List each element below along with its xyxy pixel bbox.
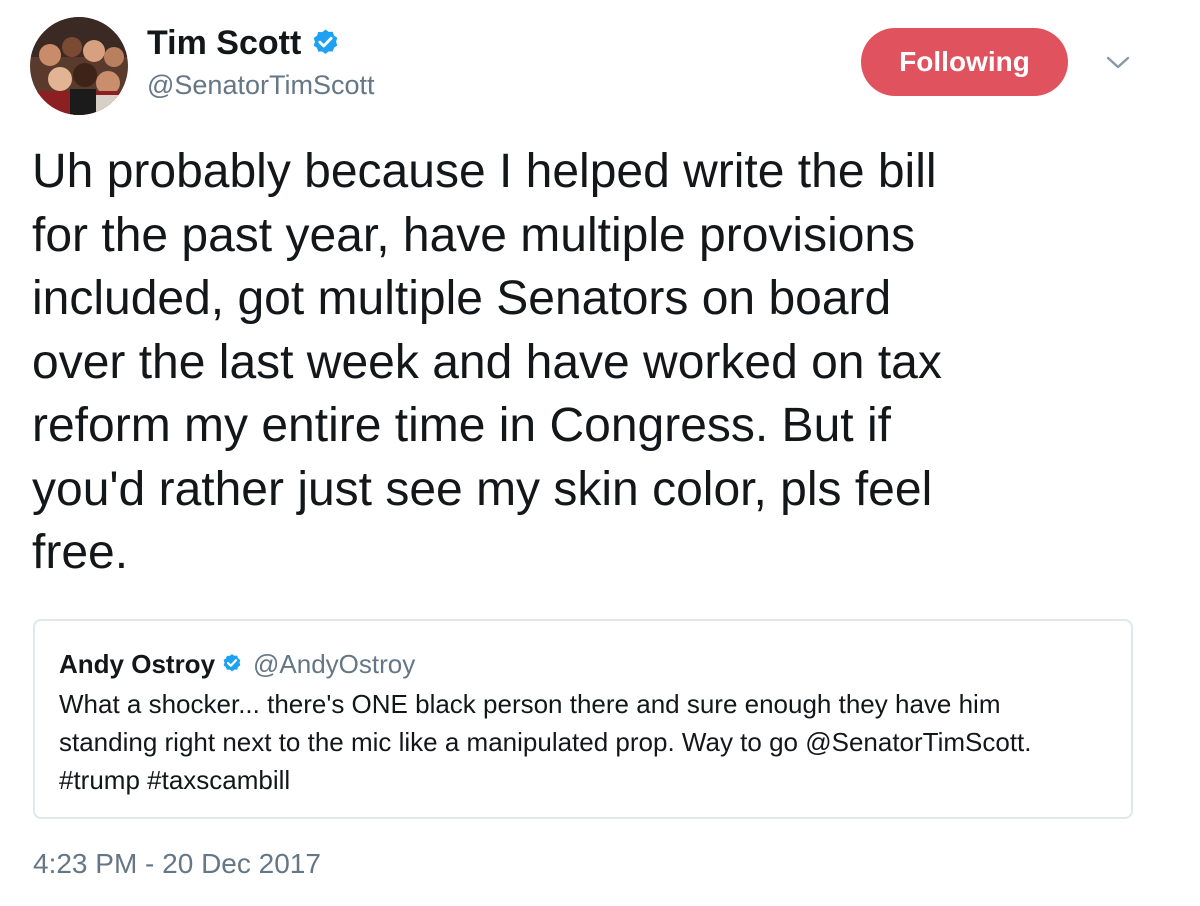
more-options-button[interactable] [1102, 50, 1134, 76]
quoted-tweet-header: Andy Ostroy @AndyOstroy [59, 648, 415, 680]
quoted-tweet-card[interactable]: Andy Ostroy @AndyOstroy What a shocker..… [33, 619, 1133, 819]
quoted-text-line: What a shocker... there's ONE black pers… [59, 689, 1001, 719]
verified-badge-icon [310, 28, 341, 59]
chevron-down-icon [1106, 56, 1130, 69]
tweet-text-line: reform my entire time in Congress. But i… [32, 399, 891, 452]
author-handle[interactable]: @SenatorTimScott [147, 69, 374, 101]
following-button[interactable]: Following [861, 28, 1068, 96]
quoted-tweet-text: What a shocker... there's ONE black pers… [59, 685, 1119, 799]
tweet-text: Uh probably because I helped write the b… [32, 140, 1152, 585]
author-display-name[interactable]: Tim Scott [147, 23, 301, 63]
tweet-text-line: you'd rather just see my skin color, pls… [32, 462, 933, 516]
quoted-author-handle: @AndyOstroy [253, 648, 416, 679]
tweet-text-line: for the past year, have multiple provisi… [32, 208, 916, 262]
quoted-text-line: #trump #taxscambill [59, 765, 291, 795]
group-photo-avatar-icon [30, 17, 128, 115]
author-name-row: Tim Scott [147, 23, 341, 63]
tweet: Tim Scott @SenatorTimScott Following Uh … [0, 0, 1200, 906]
tweet-text-line: Uh probably because I helped write the b… [32, 145, 937, 198]
quoted-text-line: standing right next to the mic like a ma… [59, 727, 1032, 757]
tweet-text-line: included, got multiple Senators on board [32, 272, 892, 325]
quoted-author-name: Andy Ostroy [59, 648, 216, 679]
tweet-text-line: over the last week and have worked on ta… [32, 335, 942, 389]
verified-badge-icon [221, 653, 243, 675]
tweet-text-line: free. [32, 526, 129, 579]
tweet-timestamp[interactable]: 4:23 PM - 20 Dec 2017 [33, 846, 321, 882]
avatar[interactable] [30, 17, 128, 115]
